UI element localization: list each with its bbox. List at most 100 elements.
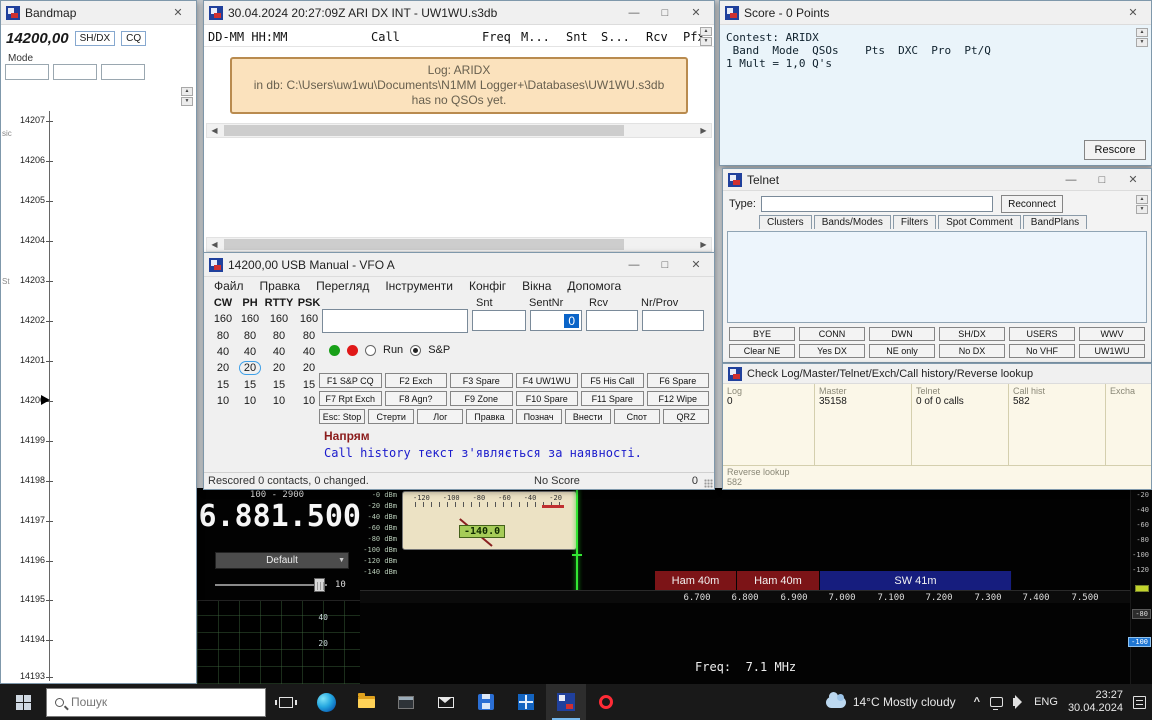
task-view-button[interactable] [266,684,306,720]
no-dx-button[interactable]: No DX [939,344,1005,358]
spinner-up-icon[interactable]: ▲ [1136,195,1148,204]
scroll-right-icon[interactable]: ▶ [696,240,711,249]
font-size-spinner[interactable]: ▲▼ [700,27,712,46]
spinner-up-icon[interactable]: ▲ [1136,28,1148,37]
weather-widget[interactable]: 14°C Mostly cloudy [818,684,964,720]
column-header[interactable]: DD-MM HH:MM [208,30,287,44]
file-explorer-button[interactable] [346,684,386,720]
telnet-command-input[interactable] [761,196,993,212]
sp-label[interactable]: S&P [428,344,450,356]
scroll-left-icon[interactable]: ◀ [207,240,222,249]
band-cell[interactable]: 80 [237,330,263,342]
menu-view[interactable]: Перегляд [308,278,377,294]
scrollbar-thumb[interactable] [224,125,624,136]
mode-field[interactable] [5,64,49,80]
wwv-button[interactable]: WWV [1079,327,1145,341]
conn-button[interactable]: CONN [799,327,865,341]
f6-button[interactable]: F6 Spare [647,373,710,388]
sentnr-input[interactable]: 0 [530,310,582,331]
spinner-up-icon[interactable]: ▲ [181,87,193,96]
band-cell[interactable]: 10 [237,395,263,407]
f2-button[interactable]: F2 Exch [385,373,448,388]
close-icon[interactable]: ✕ [1120,173,1146,186]
band-segment[interactable]: SW 41m [820,571,1012,590]
mark-button[interactable]: Познач [516,409,562,424]
snt-input[interactable] [472,310,526,331]
horizontal-scrollbar[interactable]: ◀ ▶ [206,237,712,252]
band-cell[interactable]: 80 [295,330,323,342]
f1-button[interactable]: F1 S&P CQ [319,373,382,388]
band-segment[interactable]: Ham 40m [655,571,737,590]
start-button[interactable] [0,684,46,720]
column-header[interactable]: Freq [482,30,511,44]
column-header[interactable]: Call [371,30,400,44]
spinner-down-icon[interactable]: ▼ [700,37,712,46]
scroll-left-icon[interactable]: ◀ [207,126,222,135]
sdr-frequency-display[interactable]: 6.881.500 [197,499,361,534]
band-cell[interactable]: 160 [263,313,295,325]
f8-button[interactable]: F8 Agn? [385,391,448,406]
opera-browser-button[interactable] [586,684,626,720]
spot-button[interactable]: Спот [614,409,660,424]
range-slider-thumb[interactable] [1135,585,1149,592]
store-button[interactable]: Внести [565,409,611,424]
spinner-up-icon[interactable]: ▲ [700,27,712,36]
band-cell[interactable]: 15 [263,379,295,391]
tab-bands-modes[interactable]: Bands/Modes [814,215,891,229]
font-size-spinner[interactable]: ▲▼ [1136,28,1148,47]
taskbar-search[interactable] [46,688,266,717]
bandmap-titlebar[interactable]: Bandmap ✕ [1,1,196,25]
maximize-icon[interactable]: □ [652,7,678,19]
telnet-titlebar[interactable]: Telnet — □ ✕ [723,169,1151,191]
sp-radio[interactable] [410,345,421,356]
band-cell[interactable]: 10 [263,395,295,407]
band-cell[interactable]: 20 [209,362,237,374]
network-icon[interactable] [990,697,1003,707]
band-cell[interactable]: 80 [263,330,295,342]
f11-button[interactable]: F11 Spare [581,391,644,406]
band-segment[interactable]: Ham 40m [737,571,820,590]
waterfall[interactable]: Freq: 7.1 MHz [360,603,1130,684]
score-titlebar[interactable]: Score - 0 Points ✕ [720,1,1151,25]
band-cell[interactable]: 15 [209,379,237,391]
log-button[interactable]: Лог [417,409,463,424]
mode-field[interactable] [101,64,145,80]
search-input[interactable] [71,695,257,709]
check-titlebar[interactable]: Check Log/Master/Telnet/Exch/Call histor… [723,364,1151,384]
font-size-spinner[interactable]: ▲▼ [1136,195,1148,214]
run-radio[interactable] [365,345,376,356]
tab-spot-comment[interactable]: Spot Comment [938,215,1021,229]
wipe-button[interactable]: Стерти [368,409,414,424]
resize-grip[interactable] [704,479,713,488]
no-vhf-button[interactable]: No VHF [1009,344,1075,358]
minimize-icon[interactable]: — [1058,174,1084,186]
band-cell[interactable]: 160 [295,313,323,325]
band-cell[interactable]: 160 [209,313,237,325]
maximize-icon[interactable]: □ [652,259,678,271]
cq-button[interactable]: CQ [121,31,146,46]
log-titlebar[interactable]: 30.04.2024 20:27:09Z ARI DX INT - UW1WU.… [204,1,714,25]
menu-tools[interactable]: Інструменти [377,278,461,294]
language-indicator[interactable]: ENG [1034,696,1058,708]
zoom-spinner[interactable]: ▲▼ [181,87,193,106]
app-window-button[interactable] [386,684,426,720]
volume-slider[interactable] [215,578,327,592]
band-cell-selected[interactable]: 20 [237,361,263,375]
f10-button[interactable]: F10 Spare [516,391,579,406]
scrollbar-thumb[interactable] [224,239,624,250]
bye-button[interactable]: BYE [729,327,795,341]
tab-clusters[interactable]: Clusters [759,215,812,229]
dwn-button[interactable]: DWN [869,327,935,341]
edit-button[interactable]: Правка [466,409,512,424]
f7-button[interactable]: F7 Rpt Exch [319,391,382,406]
f12-button[interactable]: F12 Wipe [647,391,710,406]
column-header[interactable]: Rcv [646,30,668,44]
mode-field[interactable] [53,64,97,80]
f4-button[interactable]: F4 UW1WU [516,373,579,388]
clear-ne-button[interactable]: Clear NE [729,344,795,358]
tuning-marker-line[interactable] [576,488,578,600]
mail-button[interactable] [426,684,466,720]
column-header[interactable]: Snt [566,30,588,44]
band-cell[interactable]: 40 [263,346,295,358]
maximize-icon[interactable]: □ [1089,174,1115,186]
